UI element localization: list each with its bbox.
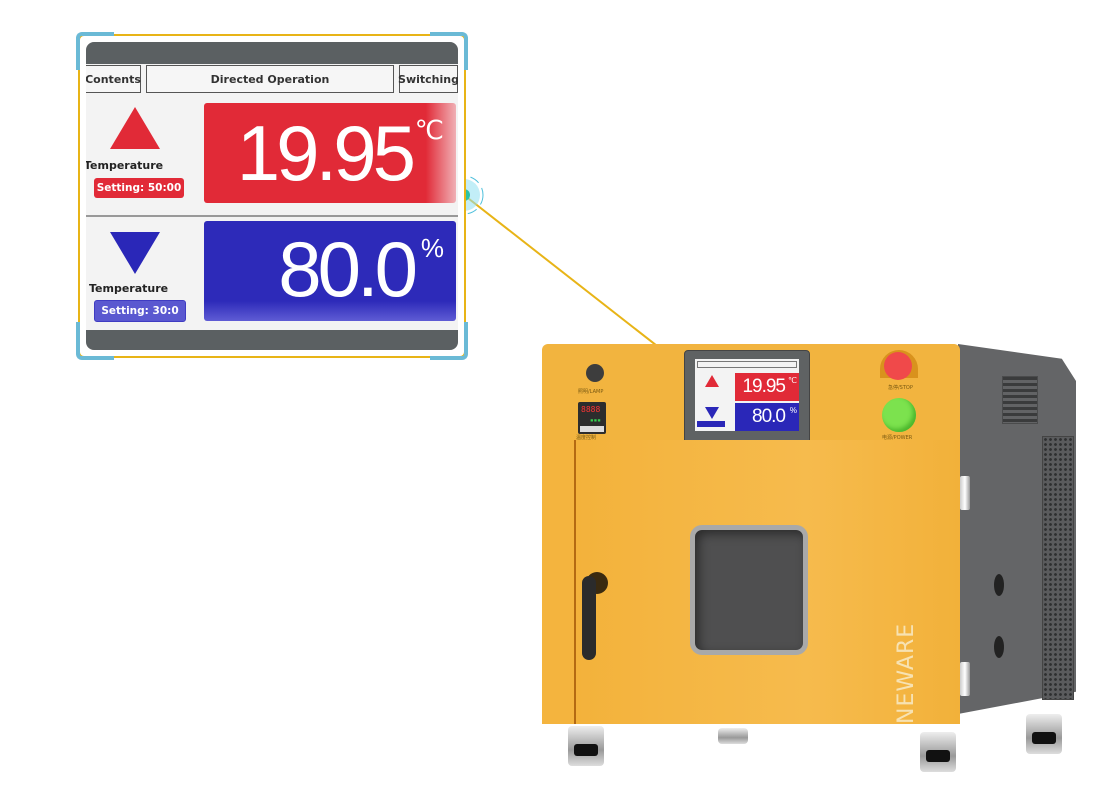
setting-badge[interactable]: Setting: 30:0 [94,300,186,322]
door-handle[interactable] [582,576,596,660]
setting-badge[interactable]: Setting: 50:00 [94,178,184,198]
caster-wheel [568,726,604,766]
tab-contents[interactable]: Contents [86,65,141,93]
humidity-value: 80.0 [278,225,418,313]
side-vent-louver [1002,376,1038,424]
tab-directed-operation[interactable]: Directed Operation [146,65,394,93]
hmi-top-bar [86,42,458,64]
controller-display: 8888 [581,405,601,414]
mini-humidity-value: 80.0 [752,406,786,427]
tab-switching[interactable]: Switching [398,65,458,93]
cable-port-icon [994,574,1004,596]
hmi-tab-bar: Contents Directed Operation Switching [86,64,458,94]
caster-wheel [1026,714,1062,754]
humidity-row: Temperature Setting: 30:0 80.0 % [86,220,458,336]
door-hinge [960,476,970,510]
power-button[interactable] [882,398,916,432]
mini-temperature-readout: 19.95 ℃ [735,373,799,401]
lamp-label: 照明/LAMP [578,389,604,395]
temperature-controller[interactable]: 8888 ▪▪▪ [578,402,606,434]
temperature-readout: 19.95 ℃ [204,103,456,203]
stop-label: 急停/STOP [888,385,913,391]
celsius-unit: ℃ [414,115,444,145]
caster-wheel [920,732,956,772]
emergency-stop-button[interactable] [884,352,912,380]
caster-wheel [718,728,748,744]
lamp-switch[interactable] [586,364,604,382]
hmi-screen: Contents Directed Operation Switching Te… [86,42,458,350]
viewing-window [690,525,808,655]
temperature-value: 19.95 [236,109,416,197]
mini-tab-bar [697,361,797,368]
touchscreen[interactable]: 19.95 ℃ 80.0 % [695,359,799,431]
mini-celsius-unit: ℃ [788,376,797,385]
percent-unit: % [420,233,444,263]
triangle-up-icon [705,375,719,387]
brand-logo: NEWARE [894,622,919,724]
humidity-readout: 80.0 % [204,221,456,321]
door-hinge [960,662,970,696]
hmi-callout: Contents Directed Operation Switching Te… [76,32,468,360]
side-vent-grill [1042,436,1074,700]
row-label: Temperature [86,159,164,172]
triangle-up-icon[interactable] [110,107,160,149]
hmi-bottom-bar [86,330,458,350]
mini-humidity-readout: 80.0 % [735,403,799,431]
mini-temperature-value: 19.95 [742,376,786,397]
controller-keys[interactable] [580,426,604,432]
mini-percent-unit: % [789,406,797,415]
cable-port-icon [994,636,1004,658]
row-label: Temperature [89,282,169,295]
triangle-down-icon[interactable] [110,232,160,274]
environmental-chamber: 照明/LAMP 8888 ▪▪▪ 温度控制 19.95 ℃ 80.0 % 急停/… [540,340,1080,780]
touchscreen-bezel: 19.95 ℃ 80.0 % [684,350,810,444]
control-panel: 照明/LAMP 8888 ▪▪▪ 温度控制 19.95 ℃ 80.0 % 急停/… [542,344,960,444]
temperature-row: Temperature Setting: 50:00 19.95 ℃ [86,99,458,217]
mini-setting-badge [697,421,725,427]
controller-subdisplay: ▪▪▪ [590,417,601,424]
triangle-down-icon [705,407,719,419]
